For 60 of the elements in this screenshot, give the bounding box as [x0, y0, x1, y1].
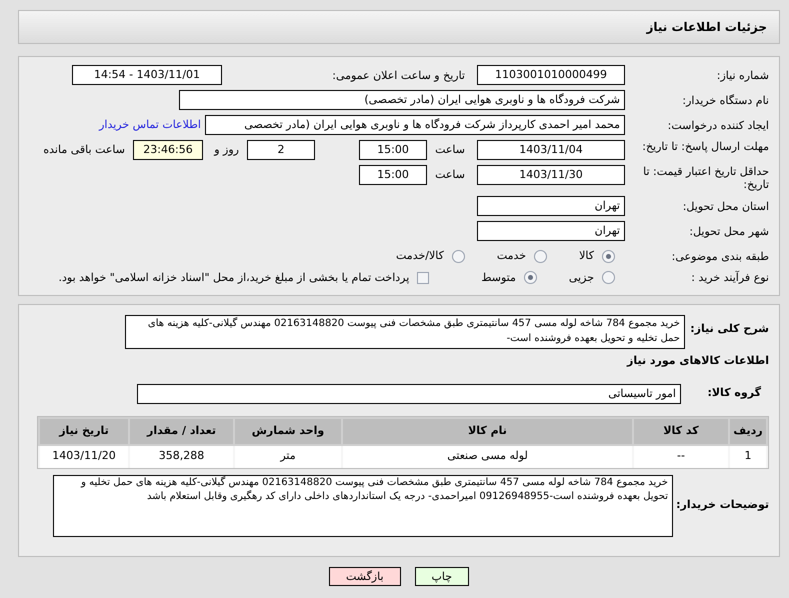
radio-button[interactable] [452, 250, 465, 263]
summary-field: خرید مجموع 784 شاخه لوله مسی 457 سانتیمتری طبق مشخصات فنی پیوست 02163148820 مهندس گیلانی-کلیه هزینه های حمل تخلیه و تحویل بعهده فروشنده است- [125, 315, 685, 349]
payment-note: پرداخت تمام یا بخشی از مبلغ خرید،از محل "اسناد خزانه اسلامی" خواهد بود. [58, 270, 410, 286]
radio-label: خدمت [496, 248, 526, 264]
table-cell: 1 [730, 446, 766, 468]
radio-button[interactable] [534, 250, 548, 263]
field-label: روز و [212, 142, 240, 156]
radio-label: متوسط [481, 270, 516, 286]
column-header: تعداد / مقدار [130, 418, 233, 444]
table-cell: -- [634, 446, 728, 468]
radio-button[interactable] [602, 250, 615, 263]
goods-group-label: گروه کالا: [706, 385, 762, 402]
field-label: نام دستگاه خریدار: [681, 94, 769, 106]
table-cell: 358,288 [130, 446, 233, 468]
province-field: تهران [477, 196, 625, 216]
field-label: ایجاد کننده درخواست: [666, 118, 769, 132]
city-field: تهران [477, 221, 625, 241]
deadline-date-field: 1403/11/04 [477, 140, 625, 160]
table-cell: متر [235, 446, 341, 468]
buyer-org-field: شرکت فرودگاه ها و ناوبری هوایی ایران (مادر تخصصی) [179, 90, 625, 110]
buyer-contact-link[interactable]: اطلاعات تماس خریدار [99, 116, 201, 134]
remaining-time-field: 23:46:56 [133, 140, 203, 160]
goods-group-field: امور تاسیساتی [137, 384, 681, 404]
field-label: نوع فرآیند خرید : [690, 271, 769, 284]
radio-label: کالا/خدمت [396, 248, 444, 264]
print-button[interactable]: چاپ [414, 567, 470, 586]
table-cell: 1403/11/20 [40, 446, 128, 468]
field-label: شماره نیاز: [716, 68, 769, 82]
goods-section-title: اطلاعات کالاهای مورد نیاز [626, 353, 769, 369]
days-field: 2 [247, 140, 315, 160]
need-number-field: 1103001010000499 [477, 65, 625, 85]
field-label: شهر محل تحویل: [688, 224, 769, 238]
field-label: استان محل تحویل: [682, 200, 769, 212]
validity-date-field: 1403/11/30 [477, 165, 625, 185]
column-header: کد کالا [634, 418, 728, 444]
field-label: طبقه بندی موضوعی: [670, 250, 769, 263]
buyer-notes-field: خرید مجموع 784 شاخه لوله مسی 457 سانتیمتری طبق مشخصات فنی پیوست 02163148820 مهندس گیلانی-کلیه هزینه های حمل تخلیه و تحویل بعهده فروشنده است-09126948955 امیراحمدی- درجه یک استانداردهای داخلی دارای کد رهگیری وقابل استعلام باشد [53, 474, 673, 536]
field-label: مهلت ارسال پاسخ: تا تاریخ: [641, 140, 769, 153]
radio-button[interactable] [524, 271, 537, 284]
field-label: حداقل تاریخ اعتبار قیمت: تا تاریخ: [642, 165, 769, 191]
radio-label: جزیی [568, 270, 594, 286]
back-button[interactable]: بازگشت [328, 567, 401, 586]
table-cell: لوله مسی صنعتی [343, 446, 632, 468]
announce-date-field: 1403/11/01 - 14:54 [72, 65, 222, 85]
column-header: نام کالا [343, 418, 632, 444]
column-header: ردیف [730, 418, 766, 444]
field-label: ساعت [434, 142, 466, 156]
validity-time-field: 15:00 [359, 165, 427, 185]
field-label: ساعت [434, 167, 466, 181]
checkbox[interactable] [417, 272, 430, 284]
deadline-time-field: 15:00 [359, 140, 427, 160]
column-header: واحد شمارش [235, 418, 341, 444]
summary-label: شرح کلی نیاز: [693, 321, 769, 337]
page-title: جزئیات اطلاعات نیاز [646, 19, 767, 36]
requester-field: محمد امیر احمدی کارپرداز شرکت فرودگاه ها و ناوبری هوایی ایران (مادر تخصصی [205, 115, 625, 135]
radio-button[interactable] [602, 271, 615, 284]
column-header: تاریخ نیاز [40, 418, 128, 444]
radio-label: کالا [579, 248, 594, 264]
field-label: ساعت باقی مانده [42, 142, 126, 156]
field-label: تاریخ و ساعت اعلان عمومی: [331, 68, 466, 82]
